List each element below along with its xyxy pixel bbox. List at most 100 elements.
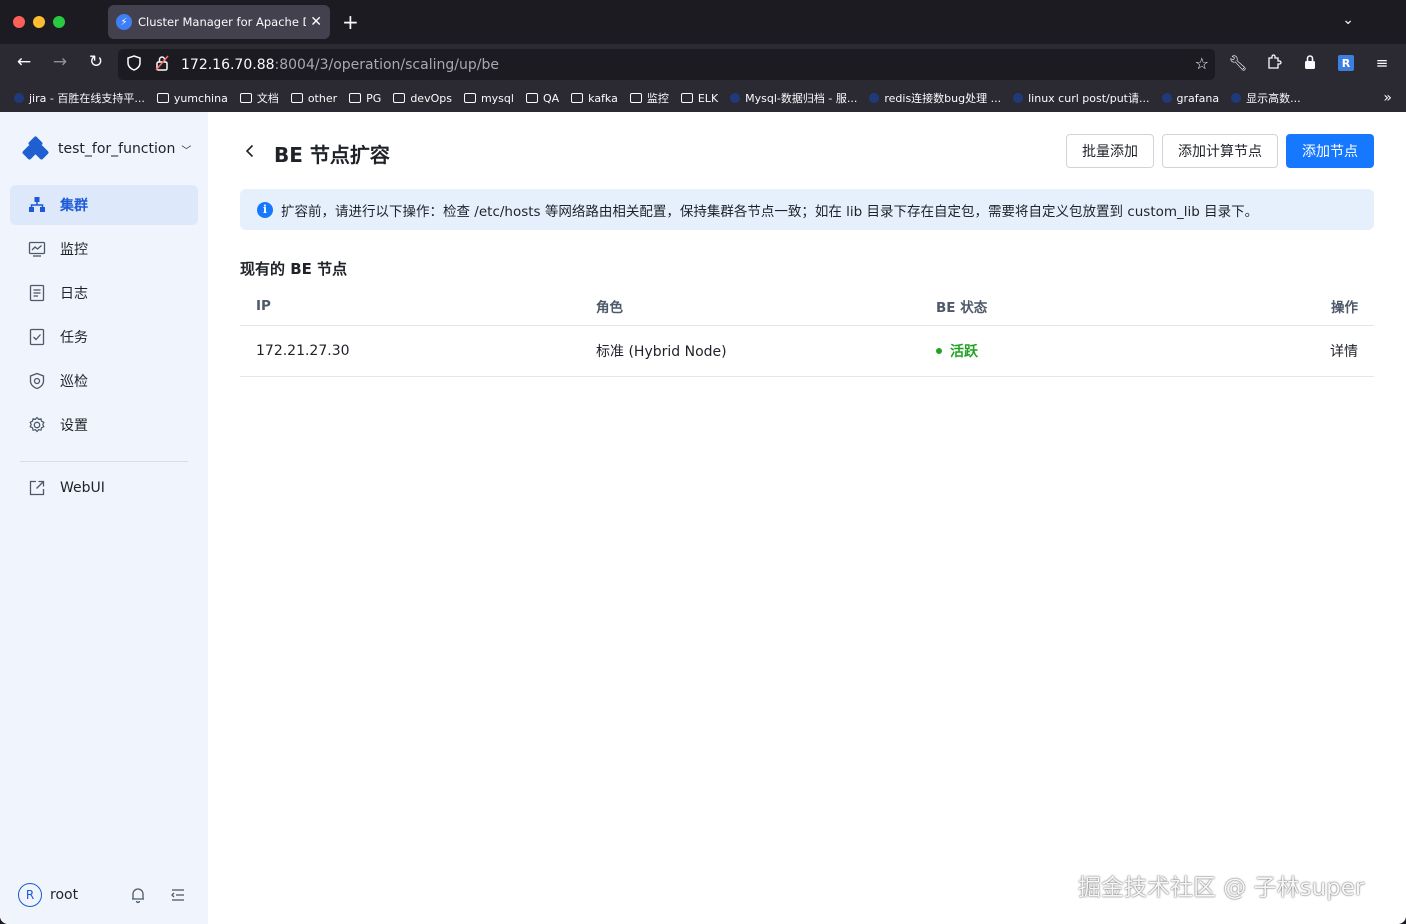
- bookmark-item[interactable]: jira - 百胜在线支持平...: [14, 90, 145, 106]
- back-chevron-icon[interactable]: [240, 141, 260, 161]
- avatar[interactable]: R: [18, 883, 42, 907]
- new-tab-icon[interactable]: +: [342, 10, 359, 34]
- bookmark-item[interactable]: 文档: [239, 90, 279, 106]
- gear-icon: [28, 416, 46, 434]
- bookmark-item[interactable]: redis连接数bug处理 ...: [869, 90, 1001, 106]
- bookmark-label: 监控: [646, 92, 669, 105]
- bookmark-item[interactable]: ELK: [680, 91, 719, 105]
- bookmark-item[interactable]: yumchina: [156, 92, 228, 105]
- bookmark-label: PG: [366, 91, 382, 105]
- column-header-status: BE 状态: [936, 299, 988, 316]
- sidebar-item-inspect[interactable]: 巡检: [10, 361, 198, 401]
- forward-arrow-icon[interactable]: →: [48, 52, 72, 72]
- back-arrow-icon[interactable]: ←: [12, 52, 36, 72]
- bookmark-item[interactable]: 显示高数...: [1231, 90, 1301, 106]
- app-window: test_for_function ﹀ 集群 监控 日志 任务 巡检 设置 We…: [0, 112, 1406, 924]
- site-favicon-icon: [1161, 93, 1172, 103]
- hamburger-menu-icon[interactable]: ≡: [1372, 54, 1392, 72]
- bookmark-item[interactable]: mysql: [463, 92, 514, 105]
- sidebar-item-task[interactable]: 任务: [10, 317, 198, 357]
- sidebar-item-label: 监控: [60, 242, 88, 258]
- add-node-button[interactable]: 添加节点: [1286, 134, 1374, 168]
- site-favicon-icon: [1231, 93, 1242, 103]
- sidebar-divider: [20, 461, 188, 462]
- folder-icon: [290, 93, 303, 103]
- browser-tab[interactable]: ⚡ Cluster Manager for Apache Doris ✕: [108, 5, 330, 39]
- bookmark-item[interactable]: PG: [349, 92, 381, 105]
- collapse-menu-icon[interactable]: [169, 886, 187, 904]
- status-text: 活跃: [950, 344, 978, 360]
- window-zoom-button[interactable]: [53, 16, 65, 28]
- site-favicon-icon: [1013, 93, 1024, 103]
- bookmark-star-icon[interactable]: ☆: [1195, 54, 1209, 73]
- browser-tab-bar: ⚡ Cluster Manager for Apache Doris ✕ + ⌄: [0, 0, 1406, 44]
- extension-r-icon[interactable]: R: [1338, 55, 1354, 71]
- table-row: 172.21.27.30 标准 (Hybrid Node) 活跃 详情: [240, 326, 1374, 377]
- folder-icon: [571, 93, 584, 103]
- sidebar-item-settings[interactable]: 设置: [10, 405, 198, 445]
- sidebar-item-label: 设置: [60, 418, 88, 434]
- folder-icon: [349, 93, 362, 103]
- window-close-button[interactable]: [13, 16, 25, 28]
- tab-title: Cluster Manager for Apache Doris: [138, 15, 306, 29]
- reload-icon[interactable]: ↻: [84, 52, 108, 72]
- window-minimize-button[interactable]: [33, 16, 45, 28]
- shield-icon[interactable]: [127, 54, 145, 75]
- bookmark-item[interactable]: other: [290, 92, 337, 105]
- bookmark-item[interactable]: QA: [525, 92, 559, 105]
- folder-icon: [680, 93, 693, 103]
- sidebar-item-cluster[interactable]: 集群: [10, 185, 198, 225]
- sidebar-item-log[interactable]: 日志: [10, 273, 198, 313]
- log-icon: [28, 284, 46, 302]
- folder-icon: [463, 93, 476, 103]
- sidebar-item-webui[interactable]: WebUI: [10, 468, 198, 508]
- task-icon: [28, 328, 46, 346]
- bookmark-item[interactable]: Mysql-数据归档 - 服...: [730, 90, 857, 106]
- insecure-lock-icon[interactable]: [155, 55, 173, 75]
- info-alert: i 扩容前，请进行以下操作：检查 /etc/hosts 等网络路由相关配置，保持…: [240, 189, 1374, 230]
- bookmark-item[interactable]: linux curl post/put请...: [1013, 90, 1150, 106]
- wrench-icon[interactable]: 🔧︎: [1228, 54, 1248, 72]
- tab-close-icon[interactable]: ✕: [310, 14, 322, 30]
- details-link[interactable]: 详情: [1330, 326, 1358, 376]
- cell-status: 活跃: [936, 326, 978, 376]
- cluster-name: test_for_function: [58, 141, 176, 157]
- sidebar-item-label: WebUI: [60, 480, 105, 496]
- sidebar: test_for_function ﹀ 集群 监控 日志 任务 巡检 设置 We…: [0, 112, 208, 924]
- folder-icon: [393, 93, 406, 103]
- sidebar-item-monitor[interactable]: 监控: [10, 229, 198, 269]
- inspect-icon: [28, 372, 46, 390]
- cluster-switcher[interactable]: test_for_function ﹀: [21, 135, 191, 161]
- site-favicon-icon: [730, 93, 741, 103]
- bookmark-label: linux curl post/put请...: [1028, 92, 1150, 105]
- tab-list-chevron-icon[interactable]: ⌄: [1342, 12, 1354, 28]
- bookmark-item[interactable]: 监控: [629, 90, 669, 106]
- bookmark-label: 显示高数...: [1246, 92, 1301, 105]
- folder-icon: [239, 93, 252, 103]
- folder-icon: [525, 93, 538, 103]
- bookmark-item[interactable]: grafana: [1161, 91, 1220, 105]
- page-title: BE 节点扩容: [274, 143, 390, 167]
- url-bar[interactable]: 172.16.70.88:8004/3/operation/scaling/up…: [118, 49, 1215, 80]
- bookmarks-overflow-icon[interactable]: »: [1383, 90, 1392, 106]
- section-title: 现有的 BE 节点: [240, 260, 348, 278]
- bookmark-item[interactable]: kafka: [571, 92, 618, 105]
- add-compute-node-button[interactable]: 添加计算节点: [1162, 134, 1278, 168]
- bookmark-label: 文档: [256, 92, 279, 105]
- lock-icon[interactable]: [1300, 54, 1320, 74]
- bookmarks-bar: jira - 百胜在线支持平... yumchina 文档 other PG devOps…: [0, 84, 1406, 112]
- extensions-icon[interactable]: [1264, 54, 1284, 74]
- main-content: BE 节点扩容 批量添加 添加计算节点 添加节点 i 扩容前，请进行以下操作：检…: [208, 112, 1406, 924]
- batch-add-button[interactable]: 批量添加: [1066, 134, 1154, 168]
- username[interactable]: root: [50, 887, 78, 903]
- bookmark-label: devOps: [410, 91, 452, 105]
- bookmark-label: ELK: [697, 91, 719, 105]
- bookmark-label: grafana: [1176, 91, 1220, 105]
- url-text: 172.16.70.88:8004/3/operation/scaling/up…: [181, 56, 499, 73]
- bookmark-item[interactable]: devOps: [393, 92, 452, 105]
- cluster-logo-icon: [21, 135, 50, 161]
- cell-ip: 172.21.27.30: [256, 343, 350, 359]
- column-header-action: 操作: [1331, 299, 1358, 316]
- bell-icon[interactable]: [129, 886, 147, 904]
- column-header-role: 角色: [596, 299, 623, 316]
